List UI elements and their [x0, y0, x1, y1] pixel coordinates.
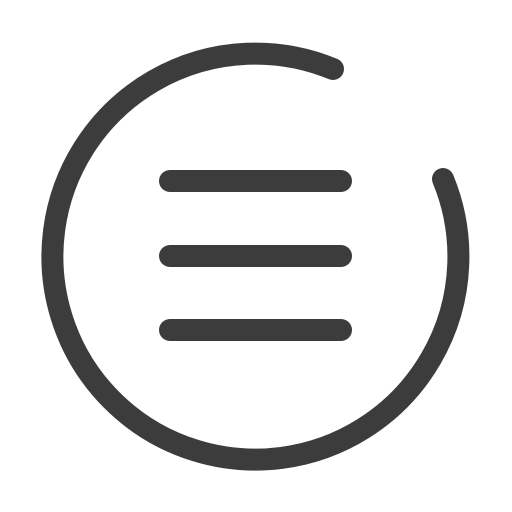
hamburger-menu-icon[interactable] [0, 0, 512, 512]
icon-canvas [0, 0, 512, 512]
